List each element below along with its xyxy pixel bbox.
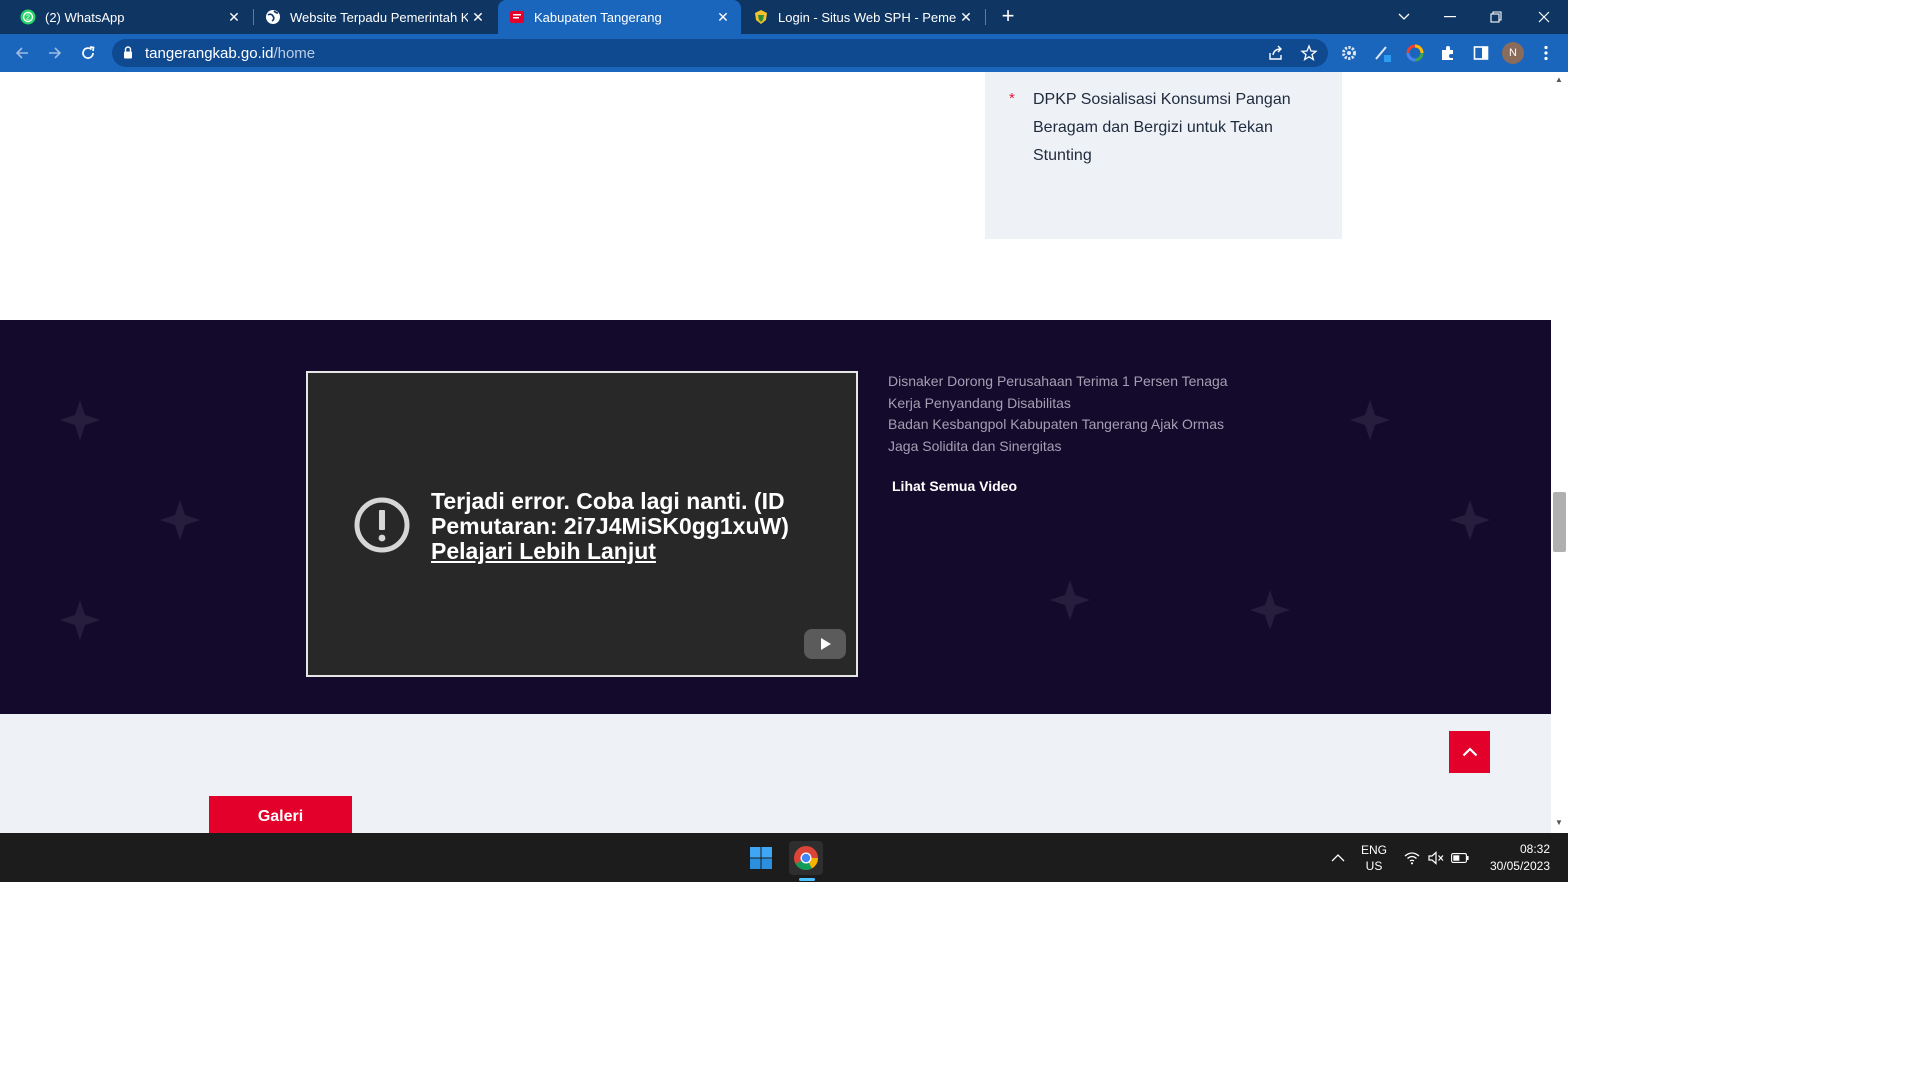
tab-login-sph[interactable]: Login - Situs Web SPH - Pemerin ✕ — [742, 0, 984, 34]
reload-icon[interactable] — [76, 41, 100, 65]
video-list: Disnaker Dorong Perusahaan Terima 1 Pers… — [888, 371, 1248, 457]
scrollbar-thumb[interactable] — [1553, 492, 1566, 552]
scroll-down-arrow-icon[interactable]: ▼ — [1555, 818, 1563, 827]
video-error-message: Terjadi error. Coba lagi nanti. (ID Pemu… — [431, 489, 831, 564]
close-window-icon[interactable] — [1521, 0, 1567, 34]
decorative-pattern-icon — [1250, 590, 1290, 630]
see-all-videos-link[interactable]: Lihat Semua Video — [892, 478, 1017, 494]
restore-icon[interactable] — [1473, 0, 1519, 34]
lock-icon[interactable] — [123, 46, 133, 64]
decorative-pattern-icon — [60, 400, 100, 440]
address-bar[interactable]: tangerangkab.go.id/home — [112, 39, 1328, 67]
chevron-up-icon — [1462, 747, 1477, 757]
forward-icon[interactable] — [43, 41, 67, 65]
color-picker-extension-icon[interactable] — [1406, 44, 1424, 62]
share-icon[interactable] — [1267, 44, 1285, 62]
new-tab-button[interactable]: + — [996, 4, 1020, 28]
back-icon[interactable] — [10, 41, 34, 65]
bullet-asterisk: * — [1009, 90, 1015, 107]
tab-search-icon[interactable] — [1381, 0, 1427, 34]
news-headline-link[interactable]: DPKP Sosialisasi Konsumsi Pangan Beragam… — [1033, 86, 1323, 170]
video-section: Terjadi error. Coba lagi nanti. (ID Pemu… — [0, 320, 1551, 714]
emblem-icon — [753, 9, 769, 25]
language-code: ENG — [1360, 843, 1387, 857]
clock-date: 30/05/2023 — [1489, 859, 1550, 873]
web-page: * DPKP Sosialisasi Konsumsi Pangan Berag… — [0, 72, 1551, 833]
url-path: /home — [273, 45, 316, 62]
decorative-pattern-icon — [1350, 400, 1390, 440]
browser-toolbar: tangerangkab.go.id/home N — [0, 34, 1568, 72]
tab-title: Kabupaten Tangerang — [534, 9, 662, 25]
clock-time: 08:32 — [1519, 842, 1550, 856]
error-text: Terjadi error. Coba lagi nanti. (ID Pemu… — [431, 488, 789, 539]
url-text[interactable]: tangerangkab.go.id/home — [145, 45, 315, 62]
decorative-pattern-icon — [1450, 500, 1490, 540]
active-app-indicator — [799, 878, 815, 881]
url-domain: tangerangkab.go.id — [145, 45, 274, 62]
video-list-item[interactable]: Disnaker Dorong Perusahaan Terima 1 Pers… — [888, 371, 1248, 414]
tab-website-terpadu[interactable]: Website Terpadu Pemerintah Kab ✕ — [254, 0, 496, 34]
close-tab-icon[interactable]: ✕ — [713, 9, 733, 26]
battery-icon[interactable] — [1443, 841, 1477, 875]
news-sidebar-card: * DPKP Sosialisasi Konsumsi Pangan Berag… — [985, 72, 1342, 239]
site-favicon — [509, 9, 525, 25]
tab-title: Login - Situs Web SPH - Pemerin — [778, 9, 956, 25]
scroll-up-arrow-icon[interactable]: ▲ — [1555, 75, 1563, 84]
tab-kabupaten-tangerang[interactable]: Kabupaten Tangerang ✕ — [498, 0, 741, 34]
windows-start-icon[interactable] — [744, 841, 778, 875]
svg-text:2: 2 — [26, 15, 30, 22]
page-scrollbar[interactable]: ▲ ▼ — [1551, 72, 1568, 833]
gallery-section: Galeri — [0, 714, 1551, 833]
close-tab-icon[interactable]: ✕ — [956, 9, 976, 26]
close-tab-icon[interactable]: ✕ — [468, 9, 488, 26]
windows-taskbar: ENG US 08:32 30/05/2023 — [0, 833, 1568, 882]
pen-extension-icon[interactable] — [1373, 44, 1391, 62]
youtube-logo-icon[interactable] — [804, 629, 846, 659]
error-exclamation-icon — [354, 497, 410, 553]
chrome-taskbar-icon[interactable] — [789, 841, 823, 875]
tab-title: (2) WhatsApp — [45, 9, 125, 25]
system-clock[interactable]: 08:32 30/05/2023 — [1476, 841, 1550, 875]
profile-avatar[interactable]: N — [1502, 42, 1524, 64]
tab-title: Website Terpadu Pemerintah Kab — [290, 9, 468, 25]
gallery-button[interactable]: Galeri — [209, 796, 352, 833]
more-menu-icon[interactable] — [1537, 44, 1555, 62]
video-list-item[interactable]: Badan Kesbangpol Kabupaten Tangerang Aja… — [888, 414, 1248, 457]
learn-more-link[interactable]: Pelajari Lebih Lanjut — [431, 539, 831, 564]
decorative-pattern-icon — [160, 500, 200, 540]
browser-tab-bar: 2 (2) WhatsApp ✕ Website Terpadu Pemerin… — [0, 0, 1568, 34]
decorative-pattern-icon — [60, 600, 100, 640]
language-indicator[interactable]: ENG US — [1358, 842, 1390, 874]
tray-chevron-up-icon[interactable] — [1321, 841, 1355, 875]
tab-whatsapp[interactable]: 2 (2) WhatsApp ✕ — [0, 0, 252, 34]
bookmark-star-icon[interactable] — [1300, 44, 1318, 62]
whatsapp-icon: 2 — [20, 9, 36, 25]
keyboard-layout: US — [1365, 859, 1383, 873]
gear-extension-icon[interactable] — [1340, 44, 1358, 62]
embedded-video-player[interactable]: Terjadi error. Coba lagi nanti. (ID Pemu… — [306, 371, 858, 677]
minimize-icon[interactable] — [1427, 0, 1473, 34]
decorative-pattern-icon — [1050, 580, 1090, 620]
scroll-to-top-button[interactable] — [1449, 731, 1490, 773]
extensions-puzzle-icon[interactable] — [1439, 44, 1457, 62]
globe-icon — [265, 9, 281, 25]
tab-divider — [985, 9, 986, 25]
close-tab-icon[interactable]: ✕ — [224, 9, 244, 26]
side-panel-icon[interactable] — [1472, 44, 1490, 62]
